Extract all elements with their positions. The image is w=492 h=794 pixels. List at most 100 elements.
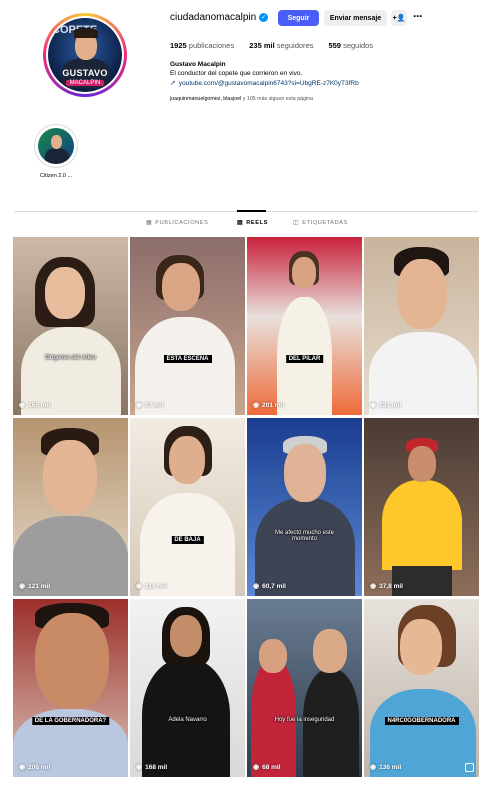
reel-tile[interactable]: ◉ 131 mil — [364, 237, 479, 415]
profile-avatar[interactable]: COPETE GUSTAVO MACALPIN — [43, 13, 127, 97]
reel-caption: Hoy fue la inseguridad — [274, 717, 335, 723]
carousel-icon — [465, 763, 474, 772]
reel-views: ◉ 37,8 mil — [370, 582, 403, 591]
reel-views: ◉ 121 mil — [19, 582, 51, 591]
reel-tile[interactable]: N4RC0GOBERNADORA ◉ 136 mil — [364, 599, 479, 777]
reel-tile[interactable]: ◉ 121 mil — [13, 418, 128, 596]
play-icon: ◉ — [19, 402, 26, 409]
reel-figure — [140, 493, 235, 596]
play-icon: ◉ — [136, 583, 143, 590]
reel-tile[interactable]: Hoy fue la inseguridad ◉ 68 mil — [247, 599, 362, 777]
reel-caption: Orígenes del vídeo — [45, 355, 96, 361]
reel-views: ◉ 131 mil — [370, 401, 402, 410]
play-icon: ◉ — [136, 402, 143, 409]
reel-views-count: 68 mil — [262, 763, 281, 771]
play-icon: ◉ — [370, 402, 377, 409]
reel-face — [170, 615, 202, 657]
avatar-image: COPETE GUSTAVO MACALPIN — [48, 18, 122, 92]
reel-face — [400, 619, 442, 675]
send-message-button[interactable]: Enviar mensaje — [324, 10, 387, 26]
avatar-frame: COPETE GUSTAVO MACALPIN — [46, 16, 124, 94]
reel-views: ◉ 114 mil — [136, 582, 167, 591]
reel-views: ◉ 136 mil — [370, 763, 402, 772]
reel-caption: DE BAJA — [171, 536, 204, 544]
reel-caption: DEL PILAR — [285, 355, 324, 363]
profile-stats: 1925 publicaciones 235 mil seguidores 55… — [170, 41, 388, 50]
play-icon: ◉ — [253, 583, 260, 590]
reel-face — [397, 259, 447, 329]
tab-publicaciones[interactable]: ▦ PUBLICACIONES — [146, 219, 209, 227]
highlight-suit — [45, 148, 69, 164]
reel-face — [284, 444, 326, 502]
highlight-face — [51, 135, 62, 149]
tab-etiquetadas[interactable]: ◫ ETIQUETADAS — [293, 219, 348, 227]
link-icon: ⊸ — [168, 78, 178, 88]
avatar-hair — [74, 28, 98, 38]
avatar-name-text: GUSTAVO — [62, 68, 108, 78]
reel-views-count: 60,7 mil — [262, 582, 286, 590]
play-icon: ◉ — [19, 583, 26, 590]
more-options-icon[interactable]: ··· — [413, 9, 423, 23]
reel-tile[interactable]: ESTA ESCENA ◉ 57 mil — [130, 237, 245, 415]
highlight-label: Citizen 2.0 ... — [39, 173, 73, 179]
reels-grid: Orígenes del vídeo ◉ 165 mil ESTA ESCENA … — [13, 237, 479, 777]
reel-views-count: 57 mil — [145, 401, 164, 409]
reel-views-count: 168 mil — [145, 763, 168, 771]
reel-views-count: 131 mil — [379, 401, 402, 409]
reel-face — [259, 639, 287, 673]
reel-face — [43, 440, 97, 514]
reel-tile[interactable]: DE BAJA ◉ 114 mil — [130, 418, 245, 596]
tab-label: PUBLICACIONES — [155, 219, 209, 226]
reel-views: ◉ 206 mil — [19, 763, 51, 772]
avatar-sub-text: MACALPIN — [66, 80, 104, 86]
tagged-icon: ◫ — [293, 220, 300, 226]
reel-views: ◉ 201 mil — [253, 401, 284, 410]
reel-caption: DE LA GOBERNADORA? — [31, 717, 110, 725]
reel-tile[interactable]: ◉ 37,8 mil — [364, 418, 479, 596]
posts-count: 1925 publicaciones — [170, 41, 234, 50]
reel-views: ◉ 57 mil — [136, 401, 164, 410]
reel-views-count: 136 mil — [379, 763, 402, 771]
verified-badge-icon: ✓ — [259, 13, 269, 22]
reel-views-count: 165 mil — [28, 401, 51, 409]
active-tab-indicator — [237, 210, 266, 212]
followers-value: 235 mil — [249, 41, 275, 50]
reel-tile[interactable]: Orígenes del vídeo ◉ 165 mil — [13, 237, 128, 415]
username: ciudadanomacalpin — [170, 12, 257, 23]
tab-label: ETIQUETADAS — [302, 219, 348, 226]
reel-caption: Me afectó mucho este momento — [274, 530, 335, 542]
posts-label: publicaciones — [188, 41, 235, 50]
highlight-ring — [34, 124, 78, 168]
grid-icon: ▦ — [146, 220, 153, 226]
following-label: seguidos — [343, 41, 374, 50]
reel-views: ◉ 165 mil — [19, 401, 51, 410]
reels-icon: ▤ — [237, 220, 244, 226]
reel-views-count: 37,8 mil — [379, 582, 403, 590]
bio-link-text: youtube.com/@gustavomacalpin6743?si=UbgR… — [178, 79, 359, 87]
followers-count[interactable]: 235 mil seguidores — [249, 41, 313, 50]
following-count[interactable]: 559 seguidos — [328, 41, 373, 50]
reel-face-2 — [313, 629, 347, 673]
story-highlight[interactable]: Citizen 2.0 ... — [34, 124, 78, 179]
followed-by[interactable]: joaquinmanuelgomez, blasjoel y 105 más s… — [170, 96, 313, 102]
reel-tile[interactable]: Adela Navarro ◉ 168 mil — [130, 599, 245, 777]
tab-reels[interactable]: ▤ REELS — [237, 219, 268, 227]
reel-views-count: 114 mil — [145, 582, 167, 590]
reel-tile[interactable]: Me afectó mucho este momento ◉ 60,7 mil — [247, 418, 362, 596]
followed-by-names: joaquinmanuelgomez, blasjoel — [170, 96, 242, 102]
reel-face — [35, 613, 109, 709]
add-user-icon[interactable]: +👤 — [391, 10, 407, 26]
reel-face — [408, 446, 436, 482]
reel-views: ◉ 60,7 mil — [253, 582, 286, 591]
following-value: 559 — [328, 41, 341, 50]
reel-tile[interactable]: DEL PILAR ◉ 201 mil — [247, 237, 362, 415]
follow-button[interactable]: Seguir — [278, 10, 319, 26]
reel-tile[interactable]: DE LA GOBERNADORA? ◉ 206 mil — [13, 599, 128, 777]
tab-label: REELS — [246, 219, 268, 226]
bio-link[interactable]: ⊸ youtube.com/@gustavomacalpin6743?si=Ub… — [168, 78, 359, 88]
reel-views-count: 121 mil — [28, 582, 51, 590]
reel-views-count: 206 mil — [28, 763, 51, 771]
play-icon: ◉ — [19, 764, 26, 771]
reel-figure — [382, 480, 462, 570]
reel-caption: ESTA ESCENA — [163, 355, 212, 363]
